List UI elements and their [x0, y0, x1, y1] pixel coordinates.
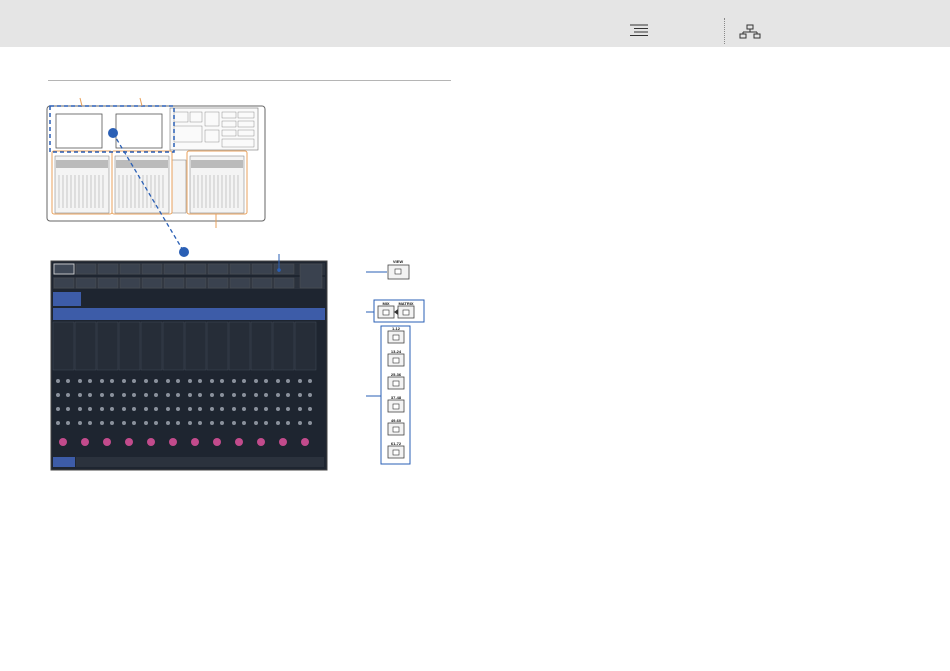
matrix-button-label[interactable]: MATRIX: [395, 301, 417, 306]
view-button-label[interactable]: VIEW: [387, 259, 409, 264]
mix-button-label[interactable]: MIX: [375, 301, 397, 306]
bank-25-36-label[interactable]: 25-36: [385, 372, 407, 377]
bank-61-72-label[interactable]: 61-72: [385, 441, 407, 446]
overview-screen: [50, 254, 328, 471]
figure: [46, 97, 425, 471]
console-illustration: [46, 97, 266, 257]
bank-1-12-label[interactable]: 1-12: [385, 326, 407, 331]
view-button-group: [366, 264, 410, 280]
bank-13-24-label[interactable]: 13-24: [385, 349, 407, 354]
bank-49-60-label[interactable]: 49-60: [385, 418, 407, 423]
bank-37-48-label[interactable]: 37-48: [385, 395, 407, 400]
